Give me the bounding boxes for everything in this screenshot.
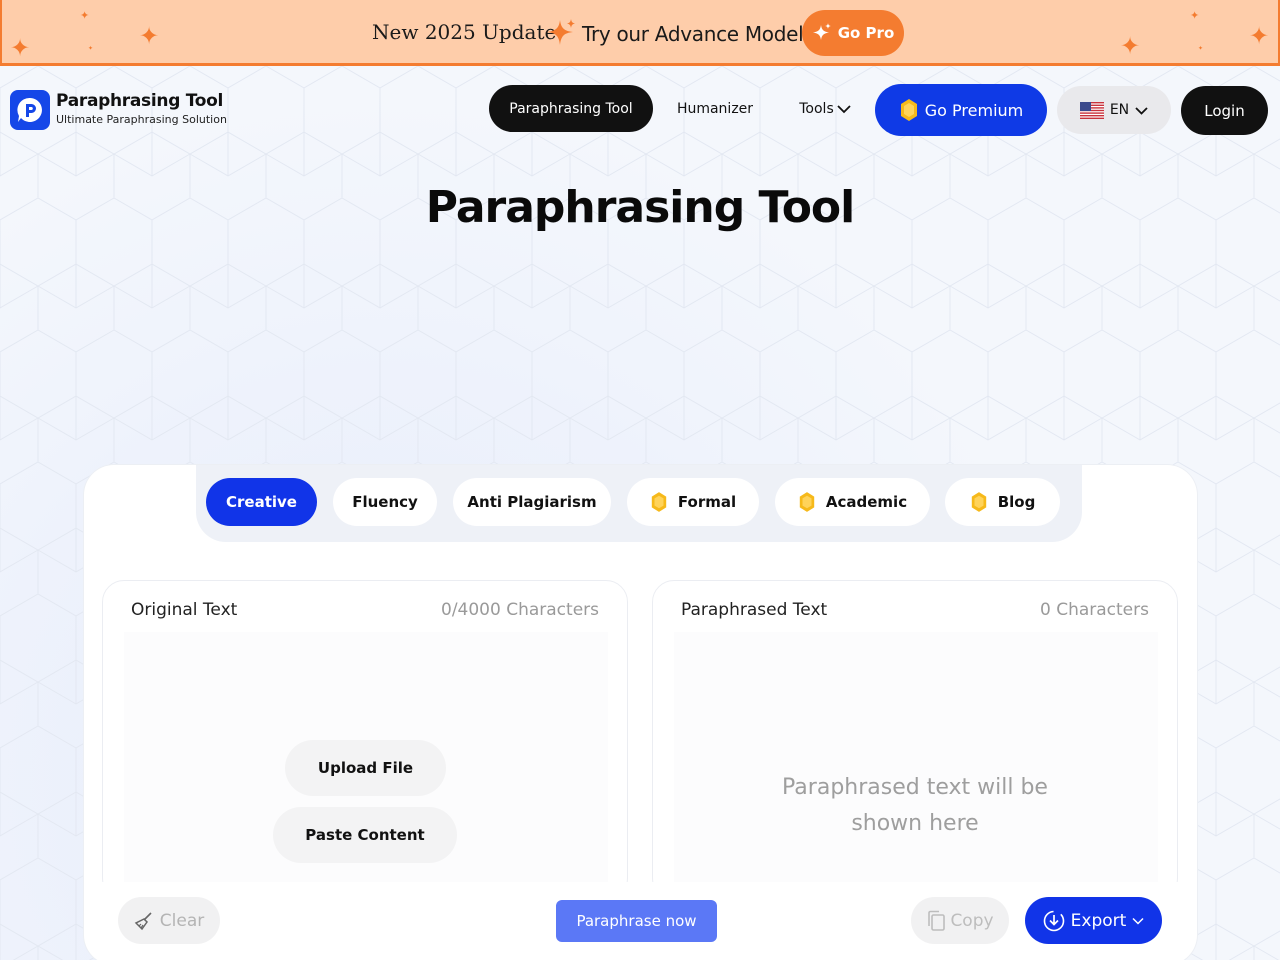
paste-content-label: Paste Content bbox=[305, 826, 425, 844]
mode-anti-plagiarism[interactable]: Anti Plagiarism bbox=[453, 478, 611, 526]
mode-label: Academic bbox=[825, 493, 908, 511]
nav-item-label: Humanizer bbox=[676, 100, 754, 117]
go-pro-button[interactable]: Go Pro bbox=[802, 10, 904, 56]
paraphrase-now-label: Paraphrase now bbox=[576, 912, 697, 930]
sparkle-icon bbox=[547, 18, 577, 52]
copy-icon bbox=[928, 910, 946, 931]
go-premium-button[interactable]: Go Premium bbox=[875, 84, 1047, 136]
brand-logo[interactable] bbox=[10, 90, 50, 130]
go-pro-label: Go Pro bbox=[837, 24, 895, 42]
chat-bubble-p-icon bbox=[17, 97, 42, 122]
mode-label: Formal bbox=[677, 493, 737, 511]
mode-label: Fluency bbox=[352, 493, 418, 511]
sparkle-icon: ✦ bbox=[10, 34, 31, 62]
language-selector[interactable]: EN bbox=[1057, 86, 1171, 134]
chevron-down-icon bbox=[837, 104, 851, 113]
paraphrased-text-title: Paraphrased Text bbox=[681, 600, 828, 620]
mode-label: Anti Plagiarism bbox=[467, 493, 597, 511]
chevron-down-icon bbox=[1135, 106, 1148, 115]
sparkle-icon: ✦ bbox=[1190, 9, 1200, 22]
crown-coin-icon bbox=[900, 99, 917, 121]
us-flag-icon bbox=[1079, 101, 1104, 119]
mode-academic[interactable]: Academic bbox=[775, 478, 930, 526]
paraphrased-char-count: 0 Characters bbox=[1039, 600, 1149, 620]
sparkle-icon: ✦ bbox=[139, 22, 160, 50]
paste-content-button[interactable]: Paste Content bbox=[273, 807, 457, 863]
clear-button[interactable]: Clear bbox=[118, 897, 220, 944]
download-circle-icon bbox=[1043, 910, 1064, 931]
export-button[interactable]: Export bbox=[1025, 897, 1162, 944]
mode-blog[interactable]: Blog bbox=[945, 478, 1060, 526]
upload-file-button[interactable]: Upload File bbox=[285, 740, 446, 796]
copy-button[interactable]: Copy bbox=[911, 897, 1009, 944]
login-label: Login bbox=[1204, 101, 1245, 120]
mode-label: Creative bbox=[226, 493, 297, 511]
sparkle-icon bbox=[812, 23, 831, 40]
brand-subtitle: Ultimate Paraphrasing Solution bbox=[56, 113, 227, 126]
crown-coin-icon bbox=[799, 492, 815, 512]
mode-label: Blog bbox=[997, 493, 1036, 511]
crown-coin-icon bbox=[651, 492, 667, 512]
sparkle-icon: ✦ bbox=[80, 9, 90, 22]
paraphrase-now-button[interactable]: Paraphrase now bbox=[556, 900, 717, 942]
copy-label: Copy bbox=[950, 910, 994, 931]
go-premium-label: Go Premium bbox=[924, 100, 1024, 120]
nav-paraphrasing-tool[interactable]: Paraphrasing Tool bbox=[489, 85, 653, 132]
original-text-title: Original Text bbox=[131, 600, 238, 620]
broom-icon bbox=[134, 911, 152, 930]
clear-label: Clear bbox=[159, 910, 205, 931]
upload-file-label: Upload File bbox=[317, 759, 414, 777]
output-placeholder: Paraphrased text will be shown here bbox=[782, 775, 1048, 836]
page-title: Paraphrasing Tool bbox=[425, 182, 855, 233]
export-label: Export bbox=[1070, 910, 1127, 931]
sparkle-icon: ✦ bbox=[88, 45, 94, 52]
sparkle-icon: ✦ bbox=[1120, 32, 1141, 60]
crown-coin-icon bbox=[971, 492, 986, 512]
mode-fluency[interactable]: Fluency bbox=[333, 478, 437, 526]
sparkle-icon: ✦ bbox=[1249, 22, 1270, 50]
paraphrased-text-output bbox=[674, 632, 1158, 892]
mode-formal[interactable]: Formal bbox=[627, 478, 759, 526]
login-button[interactable]: Login bbox=[1181, 86, 1268, 135]
original-char-count: 0/4000 Characters bbox=[441, 600, 599, 620]
nav-item-label: Paraphrasing Tool bbox=[509, 100, 633, 117]
nav-humanizer[interactable]: Humanizer bbox=[668, 85, 762, 132]
brand-title[interactable]: Paraphrasing Tool bbox=[56, 91, 223, 111]
promo-banner: ✦ ✦ ✦ ✦ ✦ ✦ ✦ ✦ New 2025 Update: Try our… bbox=[0, 0, 1280, 66]
mode-creative[interactable]: Creative bbox=[206, 478, 317, 526]
language-label: EN bbox=[1109, 102, 1130, 118]
promo-update-text: New 2025 Update: bbox=[372, 20, 564, 44]
sparkle-icon: ✦ bbox=[1198, 45, 1204, 52]
nav-tools-dropdown[interactable]: Tools bbox=[790, 85, 860, 132]
chevron-down-icon bbox=[1132, 917, 1144, 925]
nav-item-label: Tools bbox=[799, 100, 834, 117]
promo-cta-text: Try our Advance Model bbox=[582, 22, 804, 46]
